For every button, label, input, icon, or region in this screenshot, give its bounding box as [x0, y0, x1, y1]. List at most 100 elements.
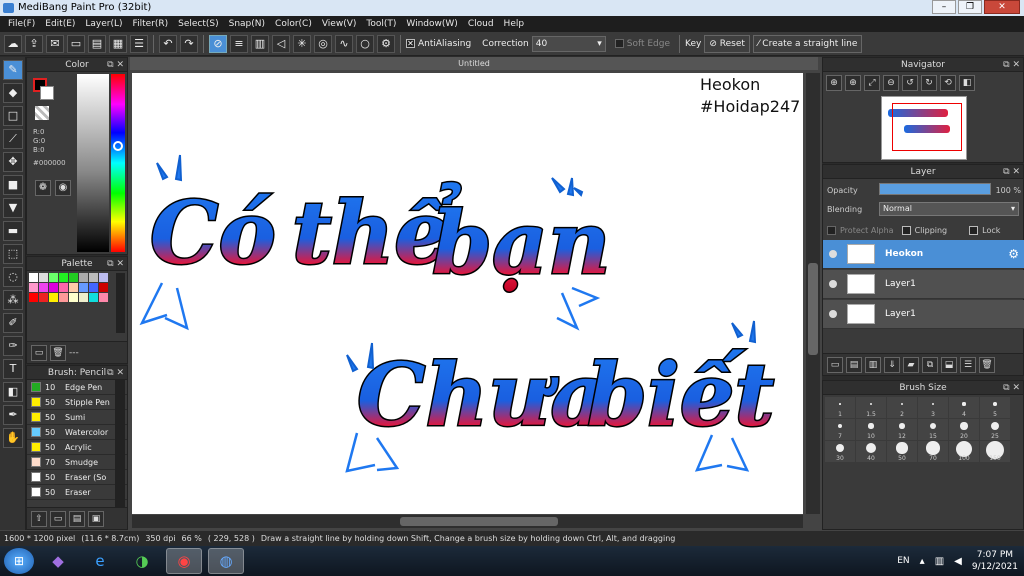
drawing-canvas[interactable]: Có thể bạn Chưa biết Heokon #Hoidap247: [132, 73, 803, 514]
chrome-icon[interactable]: ◉: [166, 548, 202, 574]
vanishing-snap-icon[interactable]: ◁: [272, 34, 290, 53]
cloud-icon[interactable]: ☁: [4, 34, 22, 53]
background-color-swatch[interactable]: [40, 86, 54, 100]
brush-size-cell[interactable]: 7: [825, 419, 855, 440]
palette-swatch[interactable]: [39, 283, 48, 292]
document-icon[interactable]: ▤: [88, 34, 106, 53]
palette-swatch[interactable]: [39, 273, 48, 282]
brush-size-cell[interactable]: 12: [887, 419, 917, 440]
brush-item[interactable]: 70 Smudge: [27, 455, 127, 470]
menu-layer[interactable]: Layer(L): [80, 19, 127, 29]
palette-swatch[interactable]: [39, 293, 48, 302]
color-wheel-icon[interactable]: ❁: [35, 180, 51, 196]
palette-swatch[interactable]: [59, 273, 68, 282]
rotate-right-icon[interactable]: ↻: [921, 75, 937, 91]
navigator-thumbnail[interactable]: [881, 96, 967, 160]
brush-size-cell[interactable]: 40: [856, 441, 886, 462]
palette-swatch[interactable]: [89, 273, 98, 282]
divide-tool-icon[interactable]: ◧: [3, 382, 23, 402]
move-tool-icon[interactable]: ✥: [3, 152, 23, 172]
menu-edit[interactable]: Edit(E): [40, 19, 80, 29]
brush-item[interactable]: 50 Acrylic: [27, 440, 127, 455]
brush-size-cell[interactable]: 30: [825, 441, 855, 462]
vertical-scroll-thumb[interactable]: [808, 263, 818, 355]
eraser-tool-icon[interactable]: ◆: [3, 83, 23, 103]
saturation-value-picker[interactable]: [77, 74, 109, 252]
brush-size-cell[interactable]: 2: [887, 397, 917, 418]
duplicate-layer-icon[interactable]: ⧉: [922, 356, 938, 373]
circle-snap-icon[interactable]: ○: [356, 34, 374, 53]
palette-swatch[interactable]: [99, 283, 108, 292]
brush-item[interactable]: 10 Edge Pen: [27, 380, 127, 395]
zoom-in-icon[interactable]: ⊕: [826, 75, 842, 91]
menu-cloud[interactable]: Cloud: [463, 19, 499, 29]
visibility-eye-icon[interactable]: [829, 250, 837, 258]
menu-filter[interactable]: Filter(R): [128, 19, 174, 29]
hue-slider[interactable]: [111, 74, 125, 252]
coc-coc-browser-icon[interactable]: ◑: [124, 548, 160, 574]
rotate-left-icon[interactable]: ↺: [902, 75, 918, 91]
brush-tool-icon[interactable]: ✎: [3, 60, 23, 80]
brush-size-cell[interactable]: 3: [918, 397, 948, 418]
palette-swatch[interactable]: [29, 293, 38, 302]
palette-swatch[interactable]: [79, 293, 88, 302]
brush-size-cell[interactable]: 150: [980, 441, 1010, 462]
volume-icon[interactable]: ◀: [954, 556, 962, 567]
new-layer-icon[interactable]: ▭: [827, 356, 843, 373]
palette-swatch[interactable]: [49, 273, 58, 282]
brush-size-cell[interactable]: 100: [949, 441, 979, 462]
palette-swatch[interactable]: [79, 283, 88, 292]
soft-edge-checkbox[interactable]: [614, 39, 624, 48]
clipping-checkbox[interactable]: [901, 225, 911, 235]
layer-item-layer1[interactable]: Layer1: [823, 270, 1024, 299]
brush-size-cell[interactable]: 20: [949, 419, 979, 440]
visibility-eye-icon[interactable]: [829, 280, 837, 288]
select-tool-icon[interactable]: ⬚: [3, 244, 23, 264]
visibility-eye-icon[interactable]: [829, 310, 837, 318]
reset-rotation-icon[interactable]: ⟲: [940, 75, 956, 91]
magic-wand-tool-icon[interactable]: ⁂: [3, 290, 23, 310]
comment-icon[interactable]: ✉: [46, 34, 64, 53]
gradient-tool-icon[interactable]: ▬: [3, 221, 23, 241]
curve-snap-icon[interactable]: ∿: [335, 34, 353, 53]
palette-swatch[interactable]: [59, 293, 68, 302]
brush-size-cell[interactable]: 15: [918, 419, 948, 440]
tray-arrow-icon[interactable]: ▴: [920, 556, 925, 567]
folder-icon[interactable]: ▰: [903, 356, 919, 373]
save-icon[interactable]: ▭: [67, 34, 85, 53]
list-icon[interactable]: ☰: [130, 34, 148, 53]
brush-size-cell[interactable]: 10: [856, 419, 886, 440]
brush-size-cell[interactable]: 5: [980, 397, 1010, 418]
menu-view[interactable]: View(V): [317, 19, 362, 29]
network-icon[interactable]: ▥: [935, 556, 944, 567]
radial-snap-icon[interactable]: ✳: [293, 34, 311, 53]
menu-select[interactable]: Select(S): [173, 19, 224, 29]
opacity-slider[interactable]: [879, 183, 991, 195]
navigator-viewport-rect[interactable]: [892, 103, 962, 151]
start-button[interactable]: ⊞: [4, 548, 34, 574]
grid-icon[interactable]: ▦: [109, 34, 127, 53]
layer-item-layer1-b[interactable]: Layer1: [823, 300, 1024, 329]
brush-size-cell[interactable]: 1.5: [856, 397, 886, 418]
brush-menu-icon[interactable]: ▤: [69, 510, 85, 527]
bucket-tool-icon[interactable]: ▼: [3, 198, 23, 218]
lasso-tool-icon[interactable]: ◌: [3, 267, 23, 287]
lock-checkbox[interactable]: [969, 225, 979, 235]
brush-item[interactable]: 50 Watercolor: [27, 425, 127, 440]
redo-icon[interactable]: ↷: [180, 34, 198, 53]
correction-select[interactable]: 40: [531, 35, 606, 52]
hue-slider-knob[interactable]: [113, 141, 123, 151]
palette-swatch[interactable]: [99, 273, 108, 282]
concentric-snap-icon[interactable]: ◎: [314, 34, 332, 53]
panel-close-icon[interactable]: ⧉ ✕: [1003, 381, 1020, 395]
palette-swatch[interactable]: [89, 293, 98, 302]
select-pen-tool-icon[interactable]: ✐: [3, 313, 23, 333]
layer-settings-gear-icon[interactable]: ⚙: [1008, 247, 1019, 261]
fill-rect-tool-icon[interactable]: ■: [3, 175, 23, 195]
new-halftone-layer-icon[interactable]: ▤: [846, 356, 862, 373]
parallel-snap-icon[interactable]: ≡: [230, 34, 248, 53]
panel-close-icon[interactable]: ⧉ ✕: [1003, 165, 1020, 179]
menu-window[interactable]: Window(W): [401, 19, 462, 29]
restore-button[interactable]: ❐: [958, 0, 982, 14]
menu-tool[interactable]: Tool(T): [361, 19, 401, 29]
